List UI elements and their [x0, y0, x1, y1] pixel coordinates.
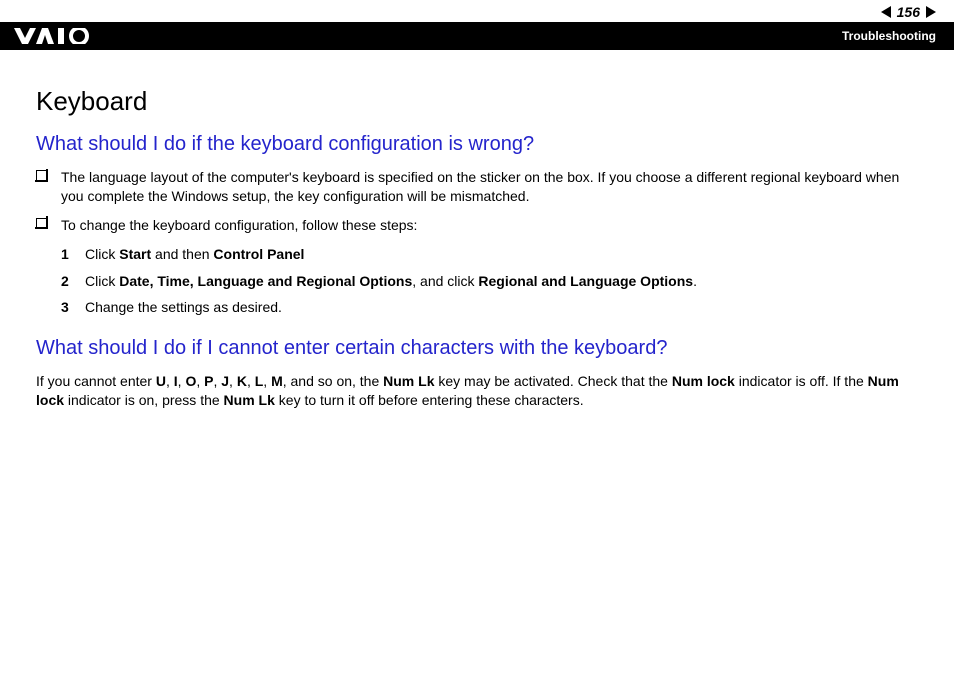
- breadcrumb[interactable]: Troubleshooting: [842, 29, 936, 43]
- step-number: 3: [61, 298, 85, 317]
- step-number: 2: [61, 272, 85, 291]
- vaio-logo-icon: [14, 27, 96, 45]
- square-bullet-icon: [36, 170, 47, 181]
- step-item: 1 Click Start and then Control Panel: [61, 245, 922, 264]
- bullet-item: The language layout of the computer's ke…: [36, 168, 922, 206]
- step-text: Click Date, Time, Language and Regional …: [85, 272, 922, 291]
- question-heading-2: What should I do if I cannot enter certa…: [36, 337, 922, 360]
- step-text: Click Start and then Control Panel: [85, 245, 922, 264]
- page-number: 156: [897, 4, 920, 20]
- bullet-text: The language layout of the computer's ke…: [61, 168, 922, 206]
- page-nav-bar: 156: [0, 0, 954, 22]
- question-heading-1: What should I do if the keyboard configu…: [36, 133, 922, 156]
- next-page-arrow-icon[interactable]: [926, 6, 936, 18]
- step-text: Change the settings as desired.: [85, 298, 922, 317]
- steps-list: 1 Click Start and then Control Panel 2 C…: [61, 245, 922, 318]
- bullet-text: To change the keyboard configuration, fo…: [61, 216, 922, 235]
- step-item: 2 Click Date, Time, Language and Regiona…: [61, 272, 922, 291]
- bullet-item: To change the keyboard configuration, fo…: [36, 216, 922, 235]
- section-title: Keyboard: [36, 86, 922, 117]
- prev-page-arrow-icon[interactable]: [881, 6, 891, 18]
- page-content: Keyboard What should I do if the keyboar…: [0, 50, 954, 410]
- step-number: 1: [61, 245, 85, 264]
- body-paragraph: If you cannot enter U, I, O, P, J, K, L,…: [36, 372, 922, 410]
- square-bullet-icon: [36, 218, 47, 229]
- header-bar: Troubleshooting: [0, 22, 954, 50]
- step-item: 3 Change the settings as desired.: [61, 298, 922, 317]
